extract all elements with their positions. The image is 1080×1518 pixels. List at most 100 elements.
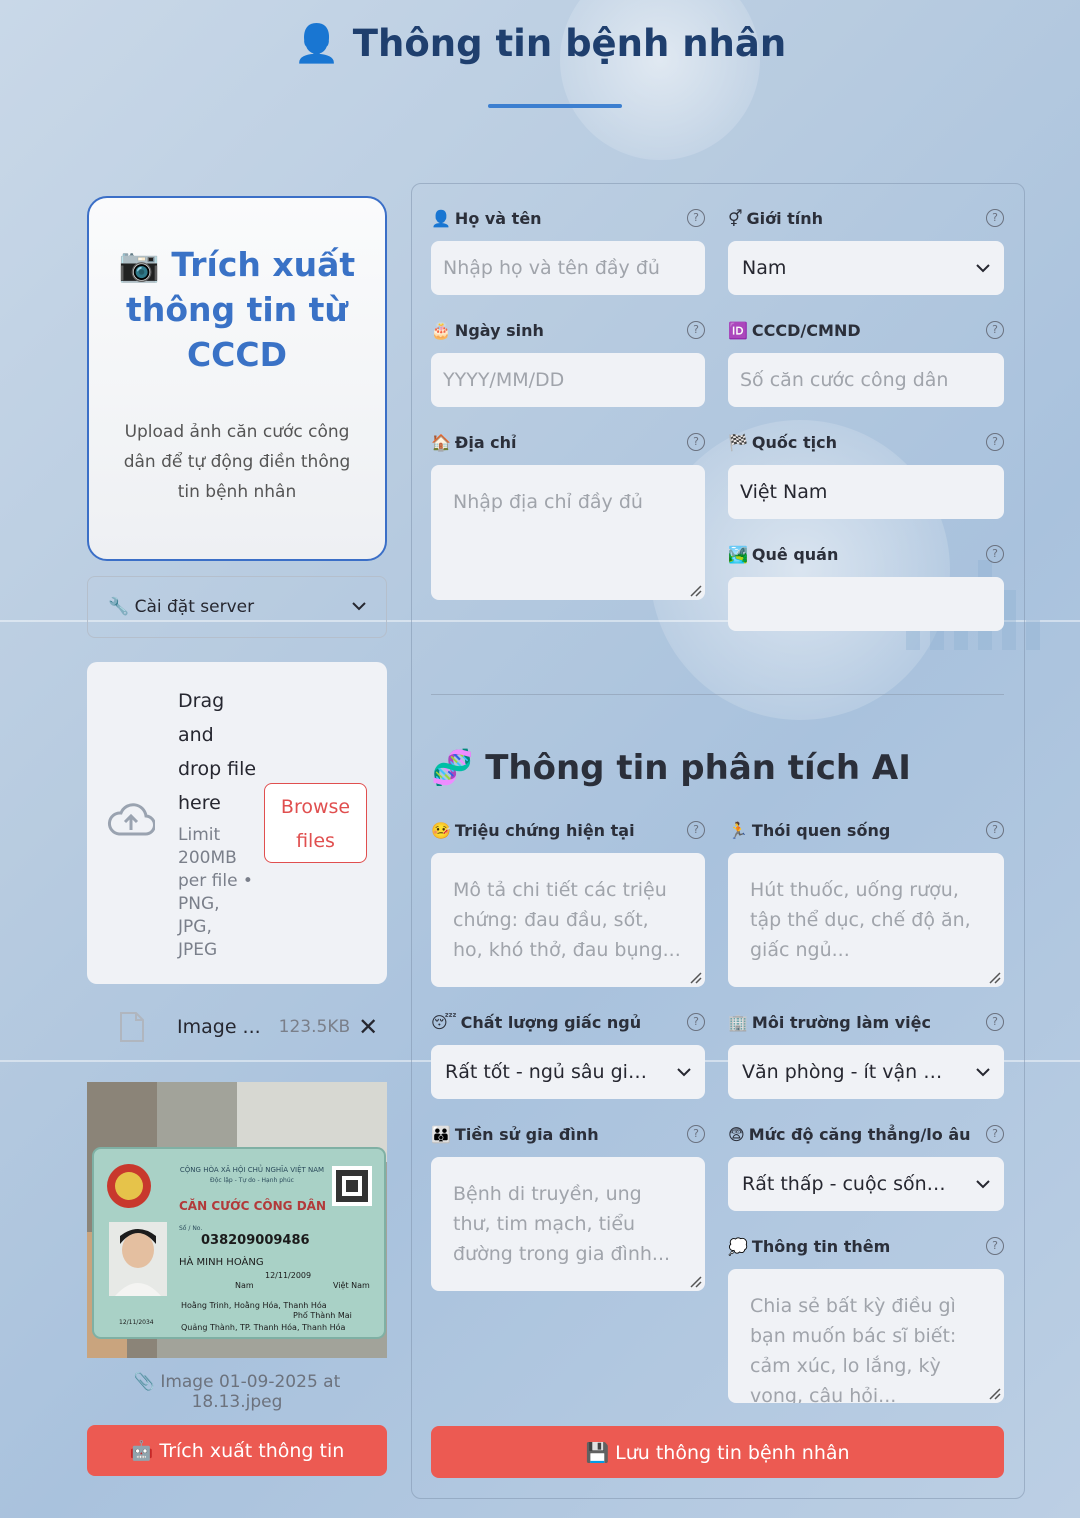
lifestyle-textarea[interactable]: Hút thuốc, uống rượu, tập thể dục, chế đ… (728, 853, 1004, 987)
dob-field: 🎂 Ngày sinh ? YYYY/MM/DD (431, 318, 705, 407)
address-textarea[interactable]: Nhập địa chỉ đầy đủ (431, 465, 705, 600)
id-number-input[interactable]: Số căn cước công dân (728, 353, 1004, 407)
nationality-field: 🏁 Quốc tịch ? Việt Nam (728, 430, 1004, 519)
additional-info-textarea[interactable]: Chia sẻ bất kỳ điều gì bạn muốn bác sĩ b… (728, 1269, 1004, 1403)
gender-label: Giới tính (746, 208, 824, 228)
lifestyle-placeholder: Hút thuốc, uống rượu, tập thể dục, chế đ… (750, 879, 971, 961)
family-icon: 👪 (431, 1124, 451, 1144)
help-icon[interactable]: ? (687, 821, 705, 839)
fullname-label: Họ và tên (454, 208, 542, 228)
cccd-extract-card: 📷 Trích xuất thông tin từ CCCD Upload ản… (87, 196, 387, 561)
work-env-value: Văn phòng - ít vận động (742, 1061, 947, 1083)
chevron-down-icon (976, 1175, 990, 1193)
nationality-input[interactable]: Việt Nam (728, 465, 1004, 519)
save-patient-button[interactable]: 💾 Lưu thông tin bệnh nhân (431, 1426, 1004, 1478)
id-number-label: CCCD/CMND (751, 320, 861, 340)
cloud-upload-icon (107, 803, 155, 836)
stress-label: Mức độ căng thẳng/lo âu (748, 1124, 971, 1144)
stress-select[interactable]: Rất thấp - cuộc sống thoải mái (728, 1157, 1004, 1211)
help-icon[interactable]: ? (687, 1125, 705, 1143)
id-card-photo: CỘNG HÒA XÃ HỘI CHỦ NGHĨA VIỆT NAM Độc l… (87, 1082, 387, 1358)
dob-input[interactable]: YYYY/MM/DD (431, 353, 705, 407)
file-size: 123.5KB (278, 1017, 351, 1037)
photo-caption: 📎 Image 01-09-2025 at 18.13.jpeg (87, 1372, 387, 1412)
user-icon: 👤 (293, 22, 340, 65)
nationality-label: Quốc tịch (751, 432, 837, 452)
additional-info-field: 💭 Thông tin thêm ? Chia sẻ bất kỳ điều g… (728, 1234, 1004, 1403)
office-building-icon: 🏢 (728, 1012, 748, 1032)
server-settings-expander[interactable]: 🔧 Cài đặt server (87, 576, 387, 638)
id-icon: 🆔 (728, 320, 748, 340)
work-env-field: 🏢 Môi trường làm việc ? Văn phòng - ít v… (728, 1010, 1004, 1099)
hometown-input[interactable] (728, 577, 1004, 631)
cccd-card-title: 📷 Trích xuất thông tin từ CCCD (89, 242, 385, 377)
browse-files-button[interactable]: Browse files (264, 783, 367, 863)
file-dropzone[interactable]: Drag and drop file here Limit 200MB per … (87, 662, 387, 984)
dob-label: Ngày sinh (454, 320, 544, 340)
resize-grip-icon[interactable] (688, 583, 702, 597)
help-icon[interactable]: ? (986, 1013, 1004, 1031)
help-icon[interactable]: ? (687, 209, 705, 227)
help-icon[interactable]: ? (986, 433, 1004, 451)
title-underline (488, 104, 622, 108)
help-icon[interactable]: ? (986, 321, 1004, 339)
user-icon: 👤 (431, 208, 451, 228)
id-card-nationality: Việt Nam (333, 1280, 370, 1290)
help-icon[interactable]: ? (687, 1013, 705, 1031)
family-history-textarea[interactable]: Bệnh di truyền, ung thư, tim mạch, tiểu … (431, 1157, 705, 1291)
gender-icon: ⚥ (728, 208, 743, 228)
additional-info-label: Thông tin thêm (751, 1236, 891, 1256)
work-env-label: Môi trường làm việc (751, 1012, 931, 1032)
sick-face-icon: 🤒 (431, 820, 451, 840)
chevron-down-icon (976, 259, 990, 277)
runner-icon: 🏃 (728, 820, 748, 840)
stress-field: 😨 Mức độ căng thẳng/lo âu ? Rất thấp - c… (728, 1122, 1004, 1211)
page-title: 👤 Thông tin bệnh nhân (0, 22, 1080, 66)
fullname-input[interactable]: Nhập họ và tên đầy đủ (431, 241, 705, 295)
sleep-select[interactable]: Rất tốt - ngủ sâu giấc, thức dậy tỉnh tá… (431, 1045, 705, 1099)
resize-grip-icon[interactable] (987, 1386, 1001, 1400)
help-icon[interactable]: ? (986, 1237, 1004, 1255)
help-icon[interactable]: ? (986, 821, 1004, 839)
gender-value: Nam (742, 257, 787, 279)
id-card-type: CĂN CƯỚC CÔNG DÂN (179, 1198, 326, 1213)
cccd-card-subtitle: Upload ảnh căn cước công dân để tự động … (123, 422, 351, 502)
chevron-down-icon (352, 599, 366, 615)
address-placeholder: Nhập địa chỉ đầy đủ (453, 491, 643, 513)
help-icon[interactable]: ? (986, 545, 1004, 563)
fearful-face-icon: 😨 (728, 1124, 745, 1144)
flag-icon: 🏁 (728, 432, 748, 452)
help-icon[interactable]: ? (986, 209, 1004, 227)
resize-grip-icon[interactable] (987, 970, 1001, 984)
work-env-select[interactable]: Văn phòng - ít vận động (728, 1045, 1004, 1099)
id-card-sex: Nam (235, 1281, 254, 1290)
symptoms-textarea[interactable]: Mô tả chi tiết các triệu chứng: đau đầu,… (431, 853, 705, 987)
resize-grip-icon[interactable] (688, 1274, 702, 1288)
help-icon[interactable]: ? (687, 433, 705, 451)
ai-section-title: 🧬 Thông tin phân tích AI (431, 748, 911, 788)
dna-icon: 🧬 (431, 748, 474, 788)
close-icon[interactable]: ✕ (358, 1013, 378, 1041)
cake-icon: 🎂 (431, 320, 451, 340)
hometown-label: Quê quán (751, 544, 839, 564)
camera-icon: 📷 (118, 245, 160, 284)
id-card-header-1: CỘNG HÒA XÃ HỘI CHỦ NGHĨA VIỆT NAM (180, 1164, 324, 1174)
file-icon (120, 1012, 144, 1042)
file-name: Image ... (177, 1016, 261, 1038)
gender-field: ⚥ Giới tính ? Nam (728, 206, 1004, 295)
server-settings-label: 🔧 Cài đặt server (108, 597, 255, 617)
sleep-label: Chất lượng giấc ngủ (460, 1012, 642, 1032)
id-card-name: HÀ MINH HOÀNG (179, 1255, 264, 1268)
address-field: 🏠 Địa chỉ ? Nhập địa chỉ đầy đủ (431, 430, 705, 600)
extract-info-button[interactable]: 🤖 Trích xuất thông tin (87, 1425, 387, 1476)
dropzone-limit: Limit 200MB per file • PNG, JPG, JPEG (178, 825, 253, 960)
gender-select[interactable]: Nam (728, 241, 1004, 295)
help-icon[interactable]: ? (687, 321, 705, 339)
help-icon[interactable]: ? (986, 1125, 1004, 1143)
id-card-expiry: 12/11/2034 (119, 1319, 154, 1326)
id-card-dob: 12/11/2009 (265, 1271, 311, 1280)
fullname-field: 👤 Họ và tên ? Nhập họ và tên đầy đủ (431, 206, 705, 295)
stress-value: Rất thấp - cuộc sống thoải mái (742, 1173, 947, 1195)
hometown-field: 🏞️ Quê quán ? (728, 542, 1004, 631)
resize-grip-icon[interactable] (688, 970, 702, 984)
